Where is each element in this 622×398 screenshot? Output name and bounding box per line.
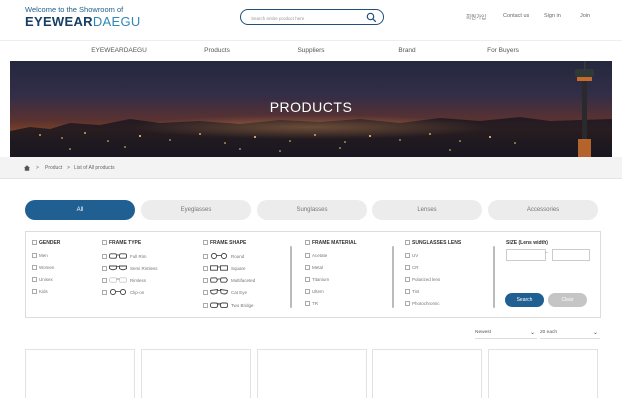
filter-option[interactable]: Square (203, 265, 246, 271)
nav-item-for-buyers[interactable]: For Buyers (487, 47, 519, 54)
nav-item-products[interactable]: Products (204, 47, 230, 54)
filter-option[interactable]: Two Bridge (203, 302, 254, 308)
hero-banner: PRODUCTS (10, 61, 612, 157)
product-card[interactable] (257, 349, 367, 398)
filter-option[interactable]: Polarized lens (405, 277, 440, 282)
filter-size-title: SIZE (Lens width) (506, 240, 548, 246)
filter-option[interactable]: TR (305, 301, 318, 306)
product-card[interactable] (488, 349, 598, 398)
util-link-signin[interactable]: Sign in (544, 13, 561, 19)
tab-accessories[interactable]: Accessories (488, 200, 598, 220)
filter-option[interactable]: Unisex (32, 277, 53, 282)
size-min-input[interactable] (506, 249, 546, 261)
site-header: Welcome to the Showroom of EYEWEARDAEGU … (0, 0, 622, 40)
nav-item-eyeweardaegu[interactable]: EYEWEARDAEGU (91, 47, 147, 54)
clip-on-glasses-icon (109, 289, 127, 295)
chevron-down-icon: ⌄ (592, 330, 598, 336)
util-link-join[interactable]: Join (580, 13, 590, 19)
filter-option[interactable]: Titanium (305, 277, 329, 282)
filter-option[interactable]: Photochromic (405, 301, 440, 306)
filter-sunglasses-lens-title[interactable]: SUNGLASSES LENS (405, 240, 461, 246)
rimless-glasses-icon (109, 277, 127, 283)
filter-frame-material-title[interactable]: FRAME MATERIAL (305, 240, 357, 246)
clear-button[interactable]: Clear (548, 293, 587, 307)
filter-option[interactable]: Women (32, 265, 54, 270)
filter-option[interactable]: Rimless (102, 277, 146, 283)
tab-eyeglasses[interactable]: Eyeglasses (141, 200, 251, 220)
filter-frame-type-title[interactable]: FRAME TYPE (102, 240, 141, 246)
filter-option[interactable]: Semi Rimless (102, 265, 158, 271)
semi-rimless-glasses-icon (109, 265, 127, 271)
product-card[interactable] (25, 349, 135, 398)
filter-option[interactable]: Men (32, 253, 48, 258)
range-dash: ~ (545, 250, 548, 255)
sunglasses-lens-scrollbar[interactable] (493, 246, 495, 308)
chevron-down-icon: ⌄ (529, 330, 535, 336)
square-frame-icon (210, 265, 228, 271)
full-rim-glasses-icon (109, 253, 127, 259)
search-button[interactable]: Search (505, 293, 544, 307)
frame-shape-scrollbar[interactable] (290, 246, 292, 308)
logo-light-text: DAEGU (92, 14, 141, 29)
filter-option[interactable]: Acetate (305, 253, 327, 258)
filter-option[interactable]: CR (405, 265, 419, 270)
filter-option[interactable]: Round (203, 253, 244, 259)
filter-gender-title[interactable]: GENDER (32, 240, 60, 246)
search-box[interactable] (240, 9, 384, 25)
home-icon[interactable] (24, 165, 30, 171)
filter-option[interactable]: Kids (32, 289, 48, 294)
tab-lenses[interactable]: Lenses (372, 200, 482, 220)
cat-eye-frame-icon (210, 289, 228, 295)
filter-option[interactable]: Cat Eye (203, 289, 247, 295)
site-logo[interactable]: EYEWEARDAEGU (25, 14, 141, 29)
filter-option[interactable]: Tint (405, 289, 419, 294)
logo-tagline: Welcome to the Showroom of (25, 5, 124, 14)
breadcrumb: > Product > List of All products (0, 157, 622, 179)
util-link-register[interactable]: 회원가입 (466, 13, 486, 21)
multifaceted-frame-icon (210, 277, 228, 283)
nav-item-suppliers[interactable]: Suppliers (297, 47, 324, 54)
filter-option[interactable]: Ultem (305, 289, 324, 294)
logo-bold-text: EYEWEAR (25, 14, 93, 29)
product-card[interactable] (372, 349, 482, 398)
search-icon[interactable] (366, 12, 377, 23)
main-nav: EYEWEARDAEGU Products Suppliers Brand Fo… (0, 40, 622, 60)
two-bridge-frame-icon (210, 302, 228, 308)
filter-option[interactable]: Multifaceted (203, 277, 255, 283)
chevron-right-icon: > (67, 165, 70, 171)
filter-option[interactable]: Full Rim (102, 253, 147, 259)
nav-item-brand[interactable]: Brand (398, 47, 415, 54)
product-card[interactable] (141, 349, 251, 398)
breadcrumb-product[interactable]: Product (45, 165, 62, 171)
tab-all[interactable]: All (25, 200, 135, 220)
frame-material-scrollbar[interactable] (392, 246, 394, 308)
round-frame-icon (210, 253, 228, 259)
size-max-input[interactable] (552, 249, 590, 261)
breadcrumb-current: List of All products (74, 165, 115, 171)
hero-title: PRODUCTS (269, 99, 353, 115)
tab-sunglasses[interactable]: Sunglasses (257, 200, 367, 220)
search-input[interactable] (251, 13, 361, 23)
util-link-contact[interactable]: Contact us (503, 13, 529, 19)
filter-option[interactable]: Clip-on (102, 289, 144, 295)
sort-order-value: Newest (475, 330, 491, 335)
chevron-right-icon: > (36, 165, 39, 171)
filter-option[interactable]: Metal (305, 265, 323, 270)
filter-option[interactable]: UV (405, 253, 418, 258)
filter-frame-shape-title[interactable]: FRAME SHAPE (203, 240, 246, 246)
per-page-value: 20 each (540, 330, 558, 335)
sort-order-select[interactable]: Newest ⌄ (475, 327, 537, 339)
per-page-select[interactable]: 20 each ⌄ (540, 327, 600, 339)
